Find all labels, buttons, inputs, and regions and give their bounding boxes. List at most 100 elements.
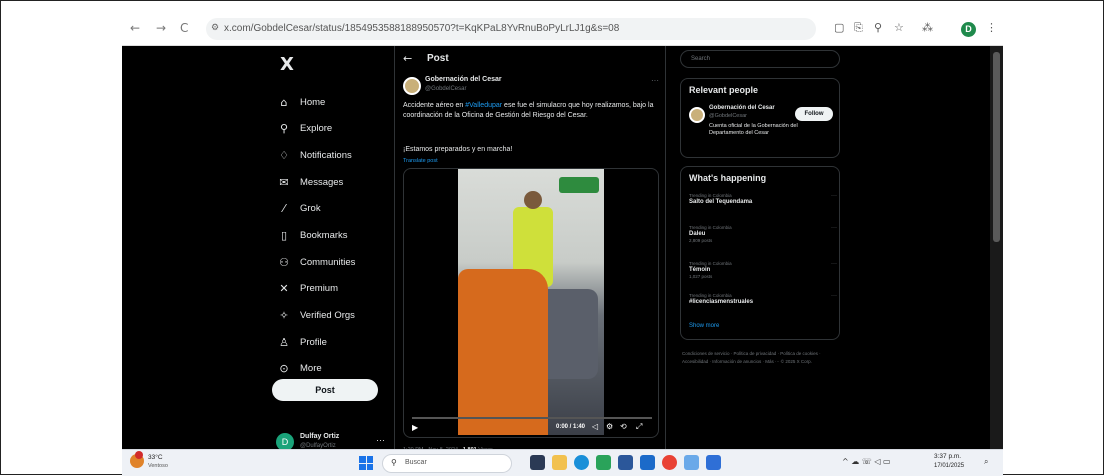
right-sidebar: Search Relevant people Gobernación del C… bbox=[674, 46, 844, 476]
extensions-icon[interactable]: ⁂ bbox=[922, 21, 933, 34]
post-menu-icon[interactable]: ··· bbox=[651, 76, 659, 85]
author-name[interactable]: Gobernación del Cesar bbox=[425, 76, 502, 83]
relevant-name[interactable]: Gobernación del Cesar bbox=[709, 105, 775, 111]
video-controls: ▶ 0:00 / 1:40 ◁ ⚙ ⟲ ⤢ bbox=[404, 415, 658, 437]
show-more-link[interactable]: Show more bbox=[689, 323, 719, 329]
verified-icon: ✧ bbox=[279, 308, 289, 322]
more-icon[interactable]: ··· bbox=[831, 261, 837, 267]
sidebar-item-home[interactable]: ⌂ Home bbox=[276, 93, 326, 111]
trend-posts: 2,809 posts bbox=[689, 238, 713, 243]
post-header: ← Post bbox=[395, 46, 665, 72]
browser-menu-icon[interactable]: ⋮ bbox=[986, 21, 997, 34]
sidebar-item-label: More bbox=[300, 362, 322, 374]
grok-icon: ⁄ bbox=[283, 201, 285, 215]
app-icon[interactable] bbox=[684, 455, 699, 470]
forward-button[interactable]: → bbox=[156, 21, 166, 35]
expand-icon[interactable]: ⤢ bbox=[636, 422, 642, 432]
sidebar-item-label: Home bbox=[300, 96, 326, 108]
taskbar-search[interactable]: ⚲ Buscar bbox=[382, 454, 512, 473]
translate-link[interactable]: Translate post bbox=[403, 158, 438, 164]
more-icon[interactable]: ··· bbox=[831, 293, 837, 299]
sidebar-item-more[interactable]: ⊙ More bbox=[276, 359, 322, 377]
trend-item[interactable]: Trending in Colombia Daleu 2,809 posts ··· bbox=[689, 225, 839, 243]
screenshot-frame: ← → C ⚙ x.com/GobdelCesar/status/1854953… bbox=[0, 0, 1104, 476]
volume-icon[interactable]: ◁ bbox=[592, 422, 598, 431]
sidebar-item-explore[interactable]: ⚲ Explore bbox=[276, 119, 332, 137]
home-icon: ⌂ bbox=[280, 95, 288, 109]
sidebar-item-premium[interactable]: ✕ Premium bbox=[276, 279, 338, 297]
edge-icon[interactable] bbox=[574, 455, 589, 470]
excel-icon[interactable] bbox=[596, 455, 611, 470]
scrollbar[interactable] bbox=[990, 46, 1003, 476]
author-avatar[interactable] bbox=[403, 77, 421, 95]
post-text-part: Accidente aéreo en bbox=[403, 102, 466, 109]
trend-title: Daleu bbox=[689, 231, 706, 237]
relevant-avatar[interactable] bbox=[689, 107, 705, 123]
star-icon[interactable]: ☆ bbox=[894, 21, 904, 34]
task-view-icon[interactable] bbox=[530, 455, 545, 470]
relevant-people-heading: Relevant people bbox=[689, 85, 759, 95]
account-name: Dulfay Ortiz bbox=[300, 433, 340, 440]
sidebar-item-label: Notifications bbox=[300, 149, 352, 161]
author-handle[interactable]: @GobdelCesar bbox=[425, 86, 466, 92]
search-input[interactable]: Search bbox=[680, 50, 840, 68]
back-arrow-icon[interactable]: ← bbox=[403, 52, 412, 65]
chrome-icon[interactable] bbox=[662, 455, 677, 470]
x-logo[interactable]: X bbox=[280, 54, 294, 75]
sidebar-item-notifications[interactable]: ♢ Notifications bbox=[276, 146, 352, 164]
profile-icon: ♙ bbox=[279, 335, 289, 349]
photos-icon[interactable] bbox=[706, 455, 721, 470]
back-button[interactable]: ← bbox=[130, 21, 140, 35]
post-button[interactable]: Post bbox=[272, 379, 378, 401]
scroll-thumb[interactable] bbox=[993, 52, 1000, 242]
taskbar-search-label: Buscar bbox=[405, 459, 427, 466]
sidebar-item-label: Verified Orgs bbox=[300, 309, 355, 321]
sidebar-item-verified-orgs[interactable]: ✧ Verified Orgs bbox=[276, 306, 355, 324]
url-text: x.com/GobdelCesar/status/185495358818895… bbox=[224, 23, 620, 34]
clock-date[interactable]: 17/01/2025 bbox=[934, 463, 964, 469]
tune-icon[interactable]: ⚙ bbox=[211, 22, 219, 33]
fullscreen-rotate-icon[interactable]: ⟲ bbox=[620, 422, 627, 431]
trend-item[interactable]: Trending in Colombia #licenciasmenstruale… bbox=[689, 293, 839, 306]
sidebar-item-communities[interactable]: ⚇ Communities bbox=[276, 253, 355, 271]
sidebar-item-profile[interactable]: ♙ Profile bbox=[276, 333, 327, 351]
trend-item[interactable]: Trending in Colombia Témoin 1,027 posts ··· bbox=[689, 261, 839, 279]
clock-time[interactable]: 3:37 p.m. bbox=[934, 453, 961, 460]
sidebar-item-label: Messages bbox=[300, 176, 344, 188]
more-icon[interactable]: ··· bbox=[831, 225, 837, 231]
sidebar-item-grok[interactable]: ⁄ Grok bbox=[276, 199, 321, 217]
trend-item[interactable]: Trending in Colombia Salto del Tequendama… bbox=[689, 193, 839, 206]
trend-context: Trending in Colombia bbox=[689, 193, 732, 198]
cast-icon[interactable]: ▢ bbox=[834, 21, 844, 34]
mail-icon: ✉ bbox=[279, 175, 289, 189]
sidebar-item-label: Premium bbox=[300, 282, 339, 294]
more-icon[interactable]: ··· bbox=[831, 193, 837, 199]
reload-button[interactable]: C bbox=[180, 21, 188, 35]
translate-icon[interactable]: ⎘ bbox=[854, 21, 863, 35]
file-explorer-icon[interactable] bbox=[552, 455, 567, 470]
sidebar-item-label: Profile bbox=[300, 336, 327, 348]
sidebar-item-bookmarks[interactable]: ▯ Bookmarks bbox=[276, 226, 348, 244]
hashtag-link[interactable]: #Valledupar bbox=[465, 102, 502, 109]
footer-links[interactable]: Condiciones de servicio · Política de pr… bbox=[682, 350, 842, 366]
profile-avatar[interactable]: D bbox=[961, 22, 976, 37]
sidebar-item-messages[interactable]: ✉ Messages bbox=[276, 173, 343, 191]
weather-temp[interactable]: 33°C bbox=[148, 454, 163, 461]
settings-icon[interactable]: ⚙ bbox=[606, 422, 613, 431]
notifications-icon[interactable]: ⌕ bbox=[984, 457, 988, 467]
bookmark-icon: ▯ bbox=[280, 228, 288, 242]
x-premium-icon: ✕ bbox=[279, 281, 289, 295]
outlook-icon[interactable] bbox=[618, 455, 633, 470]
zoom-icon[interactable]: ⚲ bbox=[874, 21, 882, 34]
follow-button[interactable]: Follow bbox=[795, 107, 833, 121]
word-icon[interactable] bbox=[640, 455, 655, 470]
sidebar-item-label: Explore bbox=[300, 122, 333, 134]
post-text-line: ¡Estamos preparados y en marcha! bbox=[403, 146, 513, 153]
system-tray[interactable]: ^ ☁ ☏ ◁ ▭ bbox=[842, 457, 891, 466]
address-bar[interactable]: ⚙ x.com/GobdelCesar/status/1854953588188… bbox=[206, 18, 816, 40]
play-icon[interactable]: ▶ bbox=[412, 423, 418, 432]
video-player[interactable]: ▶ 0:00 / 1:40 ◁ ⚙ ⟲ ⤢ bbox=[403, 168, 659, 438]
x-sidebar: X ⌂ Home ⚲ Explore ♢ Notifications ✉ Messages ⁄ G… bbox=[262, 46, 392, 451]
start-button[interactable] bbox=[359, 456, 373, 470]
video-progress-bar[interactable] bbox=[412, 417, 652, 419]
